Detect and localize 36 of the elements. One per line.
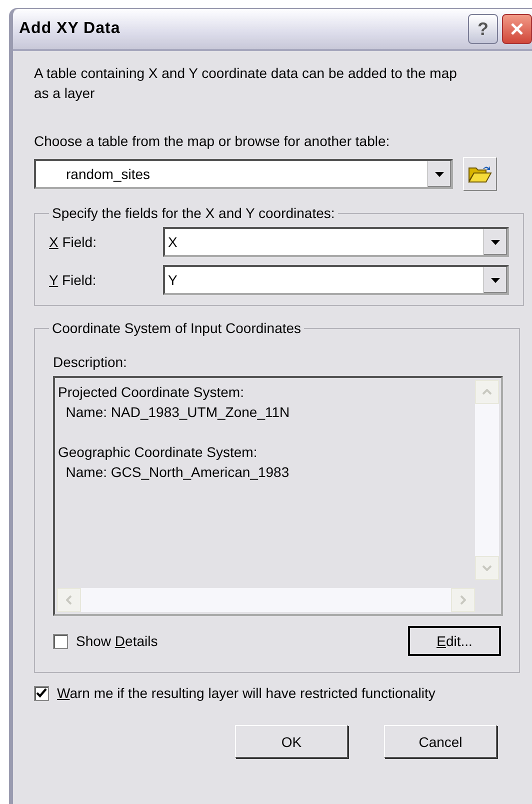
help-button[interactable]: ? [468,14,498,44]
scroll-left-icon [66,595,72,605]
group-title: Coordinate System of Input Coordinates [51,320,302,336]
table-prompt: Choose a table from the map or browse for another table: [34,133,391,149]
checkbox-label: Warn me if the resulting layer will have restricted functionality [57,685,436,701]
horizontal-scrollbar[interactable] [57,588,475,612]
table-dropdown[interactable]: random_sites [34,159,454,189]
close-button[interactable] [502,14,532,44]
checkbox-label: Show Details [76,633,158,649]
description-label: Description: [53,354,128,370]
description-line: Geographic Coordinate System: [58,443,258,462]
scroll-up-icon [482,389,492,395]
edit-button[interactable]: Edit... [408,626,501,656]
checkbox[interactable] [34,686,49,700]
scroll-right-icon [460,595,466,605]
description-line: Name: NAD_1983_UTM_Zone_11N [64,403,290,422]
close-icon [509,21,525,37]
dropdown-arrow-icon [435,172,444,176]
field-label: Y Field: [49,272,98,288]
vertical-scrollbar[interactable] [475,380,499,580]
window-title: Add XY Data [19,20,120,38]
dropdown-arrow-icon [491,240,500,244]
intro-text: A table containing X and Y coordinate data can be added to the map as a layer [34,64,458,103]
group-title: Specify the fields for the X and Y coordinates: [51,205,336,221]
scroll-down-icon [482,565,492,571]
folder-icon [468,164,492,184]
dropdown-arrow-icon [491,278,500,282]
dialog-button[interactable]: OK [235,725,348,758]
description-line: Projected Coordinate System: [58,383,244,402]
field-dropdown[interactable]: X [163,227,509,257]
checkbox[interactable] [53,634,68,648]
field-label: X Field: [49,234,98,250]
field-dropdown[interactable]: Y [163,265,509,295]
dialog-button[interactable]: Cancel [384,725,497,758]
description-line: Name: GCS_North_American_1983 [64,463,290,482]
browse-button[interactable] [463,157,497,191]
